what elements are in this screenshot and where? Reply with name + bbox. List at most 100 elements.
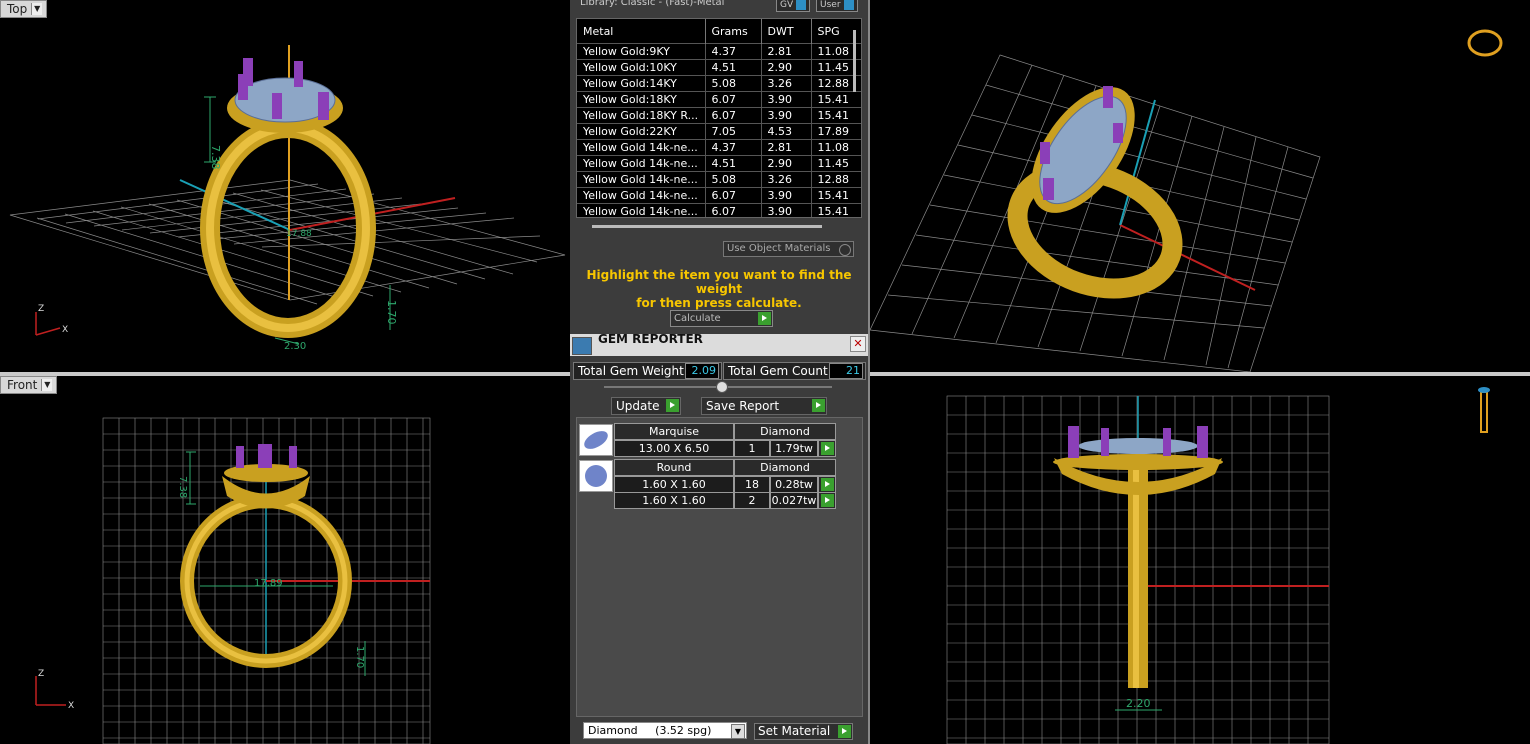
gem-reporter-slider[interactable] — [604, 381, 832, 393]
gem-row-action-button[interactable] — [818, 492, 836, 509]
cell-metal: Yellow Gold:18KY R... — [577, 107, 706, 124]
total-gem-weight-label: Total Gem Weight — [578, 364, 684, 378]
svg-text:Z: Z — [38, 304, 44, 314]
library-header: Library: Classic - (Fast)-Metal GV User — [570, 0, 868, 12]
gem-weight-cell: 1.79tw — [770, 440, 818, 457]
total-gem-count-value: 21 — [829, 363, 863, 379]
user-button[interactable]: User — [816, 0, 858, 12]
svg-text:X: X — [62, 325, 68, 335]
use-object-materials-option[interactable]: Use Object Materials — [723, 241, 854, 257]
cell-spg: 11.08 — [811, 139, 861, 156]
cell-metal: Yellow Gold 14k-ne... — [577, 139, 706, 156]
cell-dwt: 2.90 — [761, 155, 812, 172]
calculate-label: Calculate — [674, 313, 721, 324]
cell-spg: 17.89 — [811, 123, 861, 140]
dim-top-width: 1.70 — [385, 300, 398, 325]
round-gem-thumbnail — [579, 460, 613, 492]
gem-list[interactable]: Marquise Diamond 13.00 X 6.50 1 1.79tw R… — [576, 417, 863, 717]
gem-size-cell: 13.00 X 6.50 — [614, 440, 734, 457]
save-report-button[interactable]: Save Report — [701, 397, 827, 415]
column-header-grams[interactable]: Grams — [705, 19, 762, 44]
gem-count-cell: 2 — [734, 492, 770, 509]
ring-view-icon — [1467, 29, 1503, 57]
play-arrow-icon — [821, 494, 834, 507]
chevron-down-icon[interactable]: ▼ — [731, 724, 745, 739]
viewport-side[interactable]: 2.20 — [870, 376, 1530, 744]
gv-button[interactable]: GV — [776, 0, 811, 12]
cell-grams: 6.07 — [705, 107, 762, 124]
cell-spg: 15.41 — [811, 187, 861, 204]
table-row[interactable]: Yellow Gold 14k-ne... 6.07 3.90 15.41 — [577, 187, 861, 204]
play-arrow-icon — [838, 725, 851, 738]
marquise-gem-thumbnail — [579, 424, 613, 456]
cell-spg: 15.41 — [811, 91, 861, 108]
table-horizontal-scrollbar[interactable] — [592, 225, 822, 228]
gv-label: GV — [780, 0, 794, 10]
axis-gizmo-top: Z X — [35, 304, 68, 336]
chevron-down-icon[interactable]: ▼ — [31, 3, 43, 15]
cell-metal: Yellow Gold 14k-ne... — [577, 171, 706, 188]
table-row[interactable]: Yellow Gold 14k-ne... 6.07 3.90 15.41 — [577, 203, 861, 217]
update-button[interactable]: Update — [611, 397, 681, 415]
table-row[interactable]: Yellow Gold 14k-ne... 4.51 2.90 11.45 — [577, 155, 861, 172]
dim-top-center: 17.88 — [286, 229, 312, 239]
info-icon — [843, 0, 854, 10]
table-row[interactable]: Yellow Gold:10KY 4.51 2.90 11.45 — [577, 59, 861, 76]
gem-reporter-header: GEM REPORTER ✕ — [570, 332, 868, 356]
cell-grams: 6.07 — [705, 187, 762, 204]
viewport-splitter-vertical[interactable] — [868, 0, 870, 744]
instructions-text: Highlight the item you want to find the … — [580, 268, 858, 310]
total-gem-count-field: Total Gem Count 21 — [723, 362, 866, 380]
cell-spg: 15.41 — [811, 203, 861, 217]
table-row[interactable]: Yellow Gold:18KY 6.07 3.90 15.41 — [577, 91, 861, 108]
play-arrow-icon — [812, 399, 825, 412]
material-select[interactable]: Diamond (3.52 spg) ▼ — [583, 722, 747, 739]
cell-dwt: 3.90 — [761, 187, 812, 204]
cell-dwt: 2.81 — [761, 43, 812, 60]
close-icon[interactable]: ✕ — [850, 336, 866, 352]
viewport-perspective-top-left[interactable]: 7.38 1.70 2.30 17.88 Z X Top ▼ — [0, 0, 570, 372]
gem-reporter-icon — [572, 337, 592, 355]
cell-spg: 11.45 — [811, 155, 861, 172]
gem-count-cell: 18 — [734, 476, 770, 493]
radio-icon[interactable] — [839, 244, 851, 256]
chevron-down-icon[interactable]: ▼ — [41, 379, 53, 391]
play-arrow-icon — [666, 399, 679, 412]
gem-row-action-button[interactable] — [818, 476, 836, 493]
ring-render-perspective: 7.38 1.70 2.30 17.88 Z X — [9, 45, 566, 352]
viewport-label-top-text: Top — [7, 2, 28, 16]
viewport-label-top[interactable]: Top ▼ — [0, 0, 48, 18]
instructions-line-1: Highlight the item you want to find the … — [586, 268, 852, 296]
table-row[interactable]: Yellow Gold:9KY 4.37 2.81 11.08 — [577, 43, 861, 60]
table-row[interactable]: Yellow Gold:14KY 5.08 3.26 12.88 — [577, 75, 861, 92]
calculate-button[interactable]: Calculate — [670, 310, 773, 327]
cell-dwt: 3.26 — [761, 75, 812, 92]
table-row[interactable]: Yellow Gold 14k-ne... 4.37 2.81 11.08 — [577, 139, 861, 156]
set-material-button[interactable]: Set Material — [754, 723, 853, 740]
cell-grams: 6.07 — [705, 91, 762, 108]
column-header-dwt[interactable]: DWT — [761, 19, 812, 44]
column-header-metal[interactable]: Metal — [577, 19, 706, 44]
gem-reporter-title: GEM REPORTER — [598, 332, 703, 346]
viewport-front[interactable]: 7.38 17.89 1.70 Z X Front ▼ — [0, 376, 570, 744]
table-row[interactable]: Yellow Gold:18KY R... 6.07 3.90 15.41 — [577, 107, 861, 124]
dim-side-bottom: 2.20 — [1126, 697, 1151, 710]
svg-text:X: X — [68, 701, 74, 711]
table-row[interactable]: Yellow Gold:22KY 7.05 4.53 17.89 — [577, 123, 861, 140]
user-label: User — [820, 0, 841, 10]
table-row[interactable]: Yellow Gold 14k-ne... 5.08 3.26 12.88 — [577, 171, 861, 188]
instructions-line-2: for then press calculate. — [636, 296, 802, 310]
dim-front-center: 17.89 — [254, 578, 283, 589]
slider-knob[interactable] — [716, 381, 728, 393]
table-vertical-scrollbar[interactable] — [853, 30, 856, 92]
viewport-perspective-top-right[interactable] — [870, 0, 1530, 372]
cell-grams: 6.07 — [705, 203, 762, 217]
cell-metal: Yellow Gold:9KY — [577, 43, 706, 60]
cell-metal: Yellow Gold 14k-ne... — [577, 155, 706, 172]
info-icon — [796, 0, 807, 10]
cell-grams: 5.08 — [705, 171, 762, 188]
viewport-label-front[interactable]: Front ▼ — [0, 376, 58, 394]
cell-dwt: 2.90 — [761, 59, 812, 76]
gem-row-action-button[interactable] — [818, 440, 836, 457]
metal-weight-table[interactable]: Metal Grams DWT SPG Yellow Gold:9KY 4.37 2… — [576, 18, 862, 218]
